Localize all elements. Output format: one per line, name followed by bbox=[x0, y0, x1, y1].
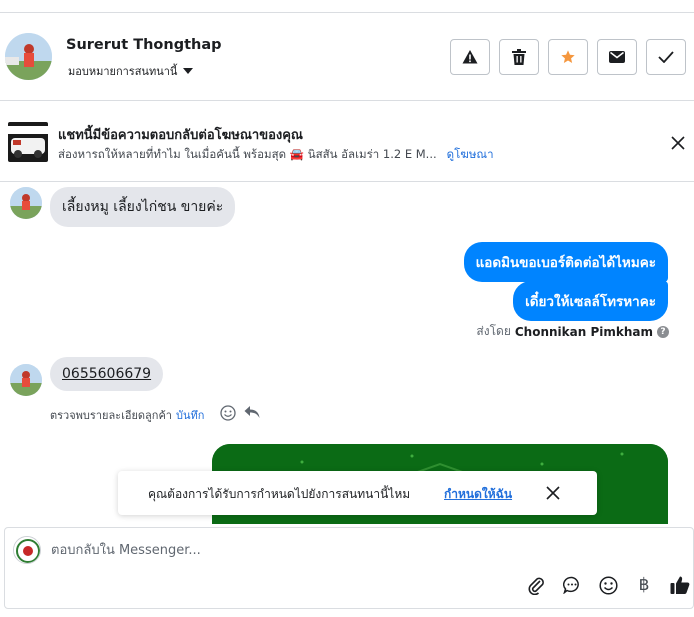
emoji-button[interactable] bbox=[597, 574, 619, 596]
header-actions bbox=[450, 39, 686, 75]
conversation-header: Surerut Thongthap มอบหมายการสนทนานี้ bbox=[0, 13, 694, 101]
delete-button[interactable] bbox=[499, 39, 539, 75]
customer-detail-detected: ตรวจพบรายละเอียดลูกค้า บันทึก bbox=[50, 406, 204, 424]
report-button[interactable] bbox=[450, 39, 490, 75]
reply-input[interactable] bbox=[51, 538, 651, 562]
star-icon bbox=[561, 50, 575, 63]
payment-button[interactable]: ฿ bbox=[633, 574, 655, 596]
warning-icon bbox=[462, 50, 478, 64]
assign-dropdown[interactable]: มอบหมายการสนทนานี้ bbox=[68, 62, 194, 80]
detect-text: ตรวจพบรายละเอียดลูกค้า bbox=[50, 409, 172, 422]
react-emoji-icon[interactable] bbox=[220, 405, 236, 421]
sent-by-name: Chonnikan Pimkham bbox=[514, 324, 653, 339]
assign-label: มอบหมายการสนทนานี้ bbox=[68, 65, 178, 78]
envelope-icon bbox=[609, 51, 625, 63]
saved-reply-button[interactable] bbox=[561, 574, 583, 596]
ad-subtitle-row: ส่องหารถให้หลายที่ทำไม ในเมื่อคันนี้ พร้… bbox=[58, 146, 494, 164]
ad-thumbnail[interactable] bbox=[8, 122, 48, 162]
sent-by-prefix: ส่งโดย bbox=[476, 324, 511, 338]
outgoing-message: เดี๋ยวให้เซลล์โทรหาคะ bbox=[513, 281, 668, 321]
contact-avatar-small bbox=[10, 364, 42, 396]
save-detail-link[interactable]: บันทึก bbox=[176, 406, 204, 424]
message-actions bbox=[220, 405, 260, 421]
mark-done-button[interactable] bbox=[646, 39, 686, 75]
view-ad-link[interactable]: ดูโฆษณา bbox=[447, 146, 494, 164]
contact-name: Surerut Thongthap bbox=[66, 37, 222, 53]
assign-prompt-text: คุณต้องการได้รับการกำหนดไปยังการสนทนานี้… bbox=[148, 487, 411, 501]
check-icon bbox=[658, 51, 674, 63]
composer-tools: ฿ bbox=[525, 574, 691, 596]
close-icon bbox=[671, 136, 685, 150]
mark-unread-button[interactable] bbox=[597, 39, 637, 75]
phone-number-message[interactable]: 0655606679 bbox=[50, 357, 164, 391]
trash-icon bbox=[512, 49, 526, 65]
caret-down-icon bbox=[183, 68, 194, 74]
star-button[interactable] bbox=[548, 39, 588, 75]
reply-icon[interactable] bbox=[244, 405, 260, 419]
paperclip-icon bbox=[528, 577, 544, 595]
close-icon[interactable] bbox=[544, 484, 562, 502]
contact-avatar[interactable] bbox=[5, 33, 52, 80]
assign-prompt-toast: คุณต้องการได้รับการกำหนดไปยังการสนทนานี้… bbox=[118, 471, 597, 515]
contact-avatar-small bbox=[10, 187, 42, 219]
baht-icon: ฿ bbox=[638, 575, 650, 595]
outgoing-message: แอดมินขอเบอร์ติดต่อได้ไหมคะ bbox=[463, 242, 668, 282]
attach-button[interactable] bbox=[525, 574, 547, 596]
ad-title: แชทนี้มีข้อความตอบกลับต่อโฆษณาของคุณ bbox=[58, 128, 303, 143]
assign-to-me-link[interactable]: กำหนดให้ฉัน bbox=[444, 485, 512, 504]
thumbs-up-icon bbox=[670, 576, 690, 594]
saved-reply-icon bbox=[563, 576, 579, 594]
sent-by-label: ส่งโดย Chonnikan Pimkham ? bbox=[476, 322, 669, 341]
reply-composer: ฿ bbox=[4, 527, 694, 609]
ad-subtitle: ส่องหารถให้หลายที่ทำไม ในเมื่อคันนี้ พร้… bbox=[58, 147, 437, 161]
incoming-message: เลี้ยงหมู เลี้ยงไก่ชน ขายค่ะ bbox=[50, 187, 236, 227]
ad-reply-banner: แชทนี้มีข้อความตอบกลับต่อโฆษณาของคุณ ส่อ… bbox=[0, 102, 694, 182]
help-icon[interactable]: ? bbox=[657, 325, 669, 338]
page-avatar bbox=[13, 536, 41, 564]
like-button[interactable] bbox=[669, 574, 691, 596]
emoji-icon bbox=[598, 575, 618, 595]
close-banner-button[interactable] bbox=[668, 133, 688, 153]
